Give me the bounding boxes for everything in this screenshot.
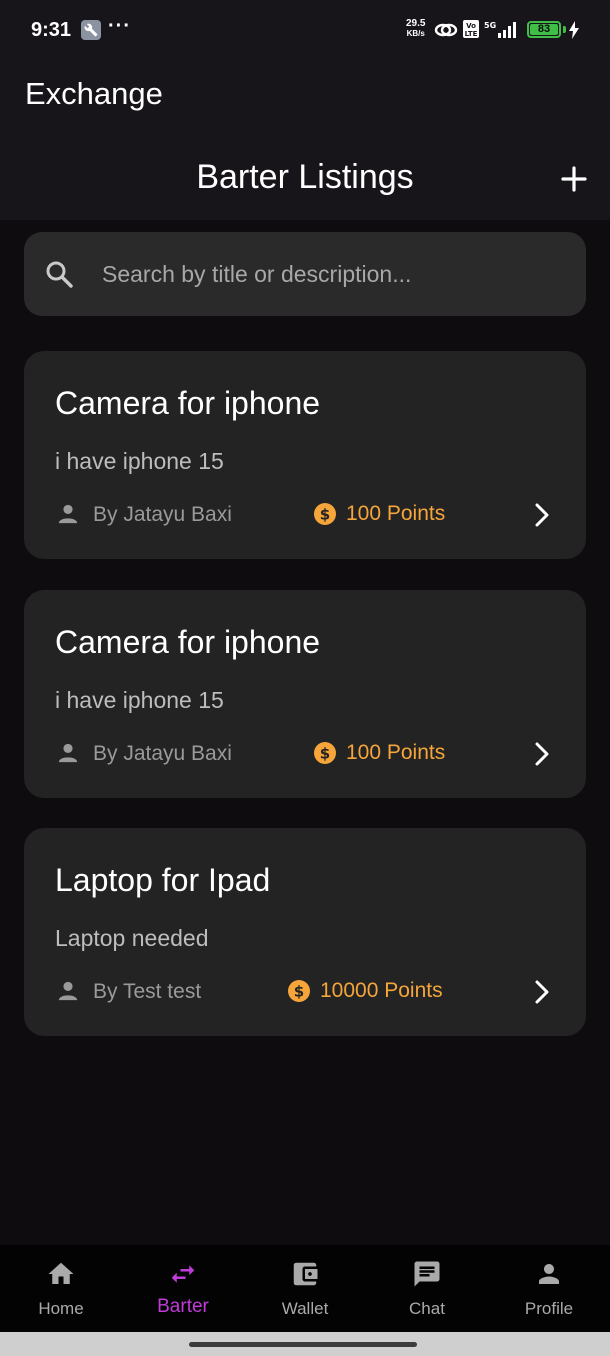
listing-title: Laptop for Ipad (55, 862, 271, 898)
listing-points: 100 Points (346, 741, 446, 764)
svg-text:$: $ (320, 506, 330, 524)
home-icon (46, 1259, 76, 1294)
page-title: Barter Listings (196, 158, 414, 196)
charging-icon (568, 21, 580, 44)
listing-title: Camera for iphone (55, 624, 321, 660)
more-notifications-icon: ··· (108, 15, 131, 37)
nav-item-profile[interactable]: Profile (488, 1245, 610, 1332)
listing-card[interactable]: Laptop for Ipad Laptop needed By Test te… (24, 828, 586, 1036)
add-listing-button[interactable] (558, 163, 590, 195)
listing-description: i have iphone 15 (55, 448, 224, 474)
svg-text:$: $ (320, 745, 330, 763)
listing-card[interactable]: Camera for iphone i have iphone 15 By Ja… (24, 590, 586, 798)
network-speed: 29.5 KB/s (406, 19, 425, 39)
listing-author: By Jatayu Baxi (93, 742, 232, 765)
listing-author: By Jatayu Baxi (93, 503, 232, 526)
listing-points: 100 Points (346, 502, 446, 525)
search-bar[interactable] (24, 232, 586, 316)
search-icon (45, 260, 73, 293)
coin-icon: $ (313, 502, 337, 531)
hotspot-link-icon (434, 20, 458, 45)
person-icon (534, 1259, 564, 1294)
volte-icon: Vo LTE (463, 20, 479, 43)
swap-icon (168, 1259, 198, 1294)
nav-label: Profile (524, 1299, 574, 1318)
battery-indicator: 83 (527, 21, 561, 38)
svg-text:Vo: Vo (466, 22, 476, 30)
coin-icon: $ (313, 741, 337, 770)
chevron-right-icon[interactable] (531, 741, 553, 772)
app-bar: 9:31 ··· 29.5 KB/s Vo LTE 5G 83 Exchange … (0, 0, 610, 220)
battery-level: 83 (530, 24, 558, 35)
bottom-navigation: Home Barter Wallet Chat Profile (0, 1245, 610, 1332)
nav-item-barter[interactable]: Barter (122, 1245, 244, 1332)
nav-label: Home (38, 1299, 84, 1318)
chevron-right-icon[interactable] (531, 979, 553, 1010)
status-time: 9:31 (31, 19, 72, 41)
listing-card[interactable]: Camera for iphone i have iphone 15 By Ja… (24, 351, 586, 559)
person-icon (57, 742, 79, 769)
nav-item-wallet[interactable]: Wallet (244, 1245, 366, 1332)
network-speed-unit: KB/s (406, 29, 425, 38)
chevron-right-icon[interactable] (531, 502, 553, 533)
wallet-icon (290, 1259, 320, 1294)
listing-title: Camera for iphone (55, 385, 321, 421)
person-icon (57, 980, 79, 1007)
plus-icon (561, 166, 587, 192)
nav-item-chat[interactable]: Chat (366, 1245, 488, 1332)
svg-text:$: $ (294, 983, 304, 1001)
listing-description: Laptop needed (55, 925, 209, 951)
nav-label: Barter (157, 1296, 209, 1317)
coin-icon: $ (287, 979, 311, 1008)
network-speed-value: 29.5 (406, 18, 426, 29)
home-gesture-bar[interactable] (189, 1342, 417, 1347)
nav-item-home[interactable]: Home (0, 1245, 122, 1332)
status-bar: 9:31 ··· 29.5 KB/s Vo LTE 5G 83 (0, 0, 610, 60)
listing-description: i have iphone 15 (55, 687, 224, 713)
signal-5g-icon: 5G (484, 20, 520, 45)
listing-author: By Test test (93, 980, 202, 1003)
battery-cap (563, 26, 566, 33)
wrench-icon (81, 20, 101, 40)
svg-text:5G: 5G (484, 21, 496, 30)
nav-label: Wallet (281, 1299, 329, 1318)
nav-label: Chat (409, 1299, 445, 1318)
app-title: Exchange (25, 76, 163, 111)
search-input[interactable] (102, 252, 562, 296)
person-icon (57, 503, 79, 530)
chat-icon (412, 1259, 442, 1294)
listing-points: 10000 Points (320, 979, 443, 1002)
svg-text:LTE: LTE (465, 30, 478, 38)
